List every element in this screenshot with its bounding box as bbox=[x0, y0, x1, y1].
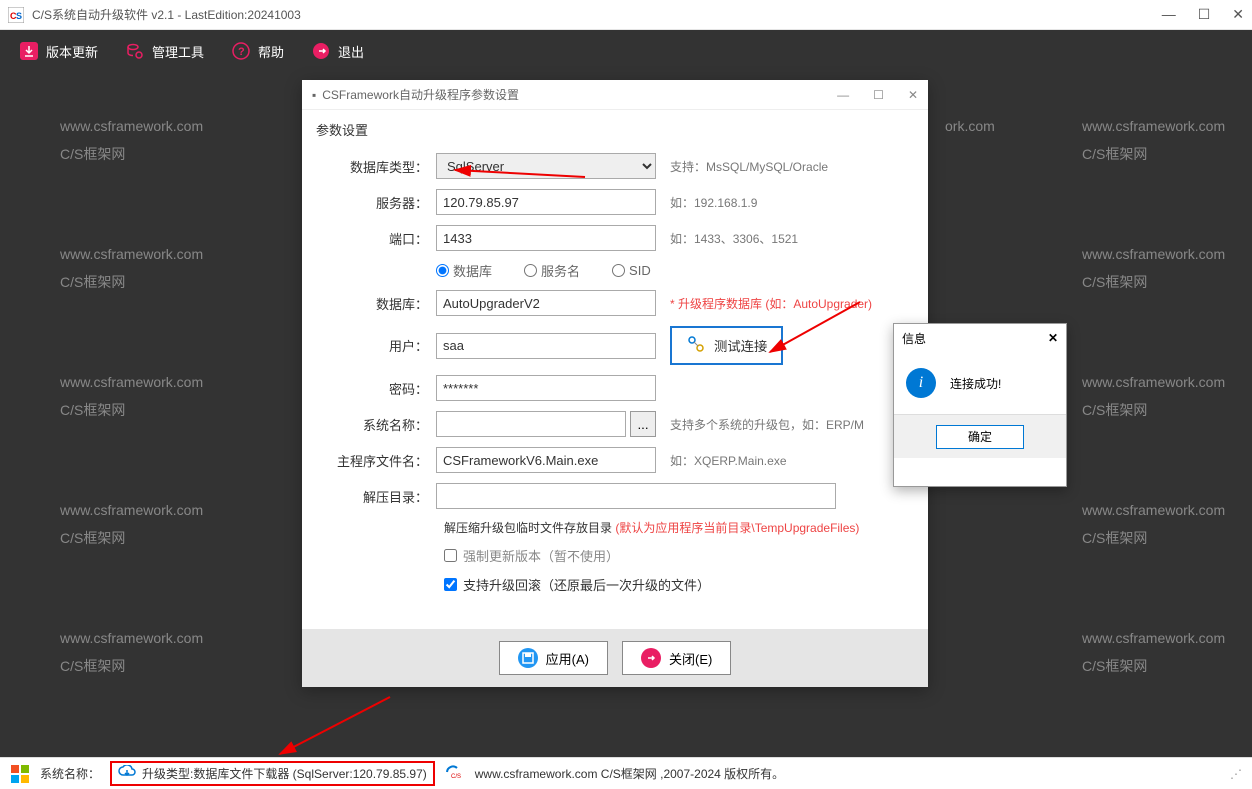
help-icon: ? bbox=[232, 42, 250, 60]
force-update-checkbox[interactable] bbox=[444, 549, 457, 562]
database-gear-icon bbox=[126, 42, 144, 60]
dialog-maximize-button[interactable]: ☐ bbox=[873, 88, 884, 102]
settings-dialog: ▪ CSFramework自动升级程序参数设置 — ☐ ✕ 参数设置 数据库类型… bbox=[302, 80, 928, 687]
info-messagebox: 信息 ✕ i 连接成功! 确定 bbox=[893, 323, 1067, 487]
main-exe-input[interactable] bbox=[436, 447, 656, 473]
info-icon: i bbox=[906, 368, 936, 398]
svg-text:S: S bbox=[16, 11, 22, 21]
status-system-name-label: 系统名称： bbox=[40, 765, 100, 782]
menu-exit[interactable]: 退出 bbox=[312, 42, 364, 61]
port-label: 端口： bbox=[316, 229, 436, 248]
menu-version-update[interactable]: 版本更新 bbox=[20, 42, 98, 61]
msgbox-close-button[interactable]: ✕ bbox=[1048, 331, 1058, 345]
server-input[interactable] bbox=[436, 189, 656, 215]
windows-logo-icon bbox=[10, 764, 30, 784]
dialog-footer: 应用(A) 关闭(E) bbox=[302, 629, 928, 687]
watermark: www.csframework.comC/S框架网 bbox=[1082, 112, 1225, 168]
section-title: 参数设置 bbox=[316, 120, 914, 139]
database-label: 数据库： bbox=[316, 294, 436, 313]
dialog-titlebar: ▪ CSFramework自动升级程序参数设置 — ☐ ✕ bbox=[302, 80, 928, 110]
content-area: www.csframework.comC/S框架网 www.csframewor… bbox=[0, 72, 1252, 757]
watermark: www.csframework.comC/S框架网 bbox=[60, 112, 203, 168]
menu-manage-tools[interactable]: 管理工具 bbox=[126, 42, 204, 61]
minimize-button[interactable]: — bbox=[1162, 6, 1176, 23]
resize-grip-icon[interactable]: ⋰ bbox=[1230, 767, 1242, 781]
save-icon bbox=[518, 648, 538, 668]
status-copyright: www.csframework.com C/S框架网 ,2007-2024 版权… bbox=[475, 765, 784, 782]
dialog-minimize-button[interactable]: — bbox=[837, 88, 849, 102]
main-menubar: 版本更新 管理工具 ? 帮助 退出 bbox=[0, 30, 1252, 72]
system-name-browse-button[interactable]: ... bbox=[630, 411, 656, 437]
watermark: ork.com bbox=[945, 112, 995, 140]
database-input[interactable] bbox=[436, 290, 656, 316]
unzip-note: 解压缩升级包临时文件存放目录 (默认为应用程序当前目录\TempUpgradeF… bbox=[444, 519, 914, 536]
rollback-checkbox[interactable] bbox=[444, 578, 457, 591]
cloud-download-icon bbox=[118, 765, 136, 782]
msgbox-text: 连接成功! bbox=[950, 375, 1001, 392]
main-exe-hint: 如：XQERP.Main.exe bbox=[670, 452, 787, 469]
watermark: www.csframework.comC/S框架网 bbox=[60, 240, 203, 296]
msgbox-titlebar: 信息 ✕ bbox=[894, 324, 1066, 352]
dialog-title-text: CSFramework自动升级程序参数设置 bbox=[322, 86, 519, 103]
system-name-input[interactable] bbox=[436, 411, 626, 437]
watermark: www.csframework.comC/S框架网 bbox=[1082, 240, 1225, 296]
exit-icon bbox=[312, 42, 330, 60]
server-label: 服务器： bbox=[316, 193, 436, 212]
watermark: www.csframework.comC/S框架网 bbox=[1082, 496, 1225, 552]
menu-help[interactable]: ? 帮助 bbox=[232, 42, 284, 61]
unzip-dir-label: 解压目录： bbox=[316, 487, 436, 506]
dialog-icon: ▪ bbox=[312, 88, 316, 102]
msgbox-ok-button[interactable]: 确定 bbox=[936, 425, 1024, 449]
password-input[interactable] bbox=[436, 375, 656, 401]
user-label: 用户： bbox=[316, 336, 436, 355]
svg-text:C/S: C/S bbox=[451, 774, 461, 780]
maximize-button[interactable]: ☐ bbox=[1198, 6, 1211, 23]
window-titlebar: CS C/S系统自动升级软件 v2.1 - LastEdition:202410… bbox=[0, 0, 1252, 30]
download-icon bbox=[20, 42, 38, 60]
watermark: www.csframework.comC/S框架网 bbox=[60, 496, 203, 552]
radio-database[interactable]: 数据库 bbox=[436, 261, 500, 280]
system-name-label: 系统名称： bbox=[316, 415, 436, 434]
close-button[interactable]: ✕ bbox=[1232, 6, 1244, 23]
app-icon: CS bbox=[8, 7, 24, 23]
unzip-dir-input[interactable] bbox=[436, 483, 836, 509]
radio-service-name[interactable]: 服务名 bbox=[524, 261, 588, 280]
user-input[interactable] bbox=[436, 333, 656, 359]
exit-icon bbox=[641, 648, 661, 668]
port-input[interactable] bbox=[436, 225, 656, 251]
db-type-select[interactable]: SqlServer bbox=[436, 153, 656, 179]
radio-sid[interactable]: SID bbox=[612, 263, 659, 278]
force-update-checkbox-row[interactable]: 强制更新版本（暂不使用） bbox=[444, 546, 914, 565]
msgbox-title-text: 信息 bbox=[902, 330, 926, 347]
db-type-hint: 支持：MsSQL/MySQL/Oracle bbox=[670, 158, 828, 175]
watermark: www.csframework.comC/S框架网 bbox=[1082, 624, 1225, 680]
port-hint: 如：1433、3306、1521 bbox=[670, 230, 798, 247]
rollback-checkbox-row[interactable]: 支持升级回滚（还原最后一次升级的文件） bbox=[444, 575, 914, 594]
db-type-label: 数据库类型： bbox=[316, 157, 436, 176]
database-hint: * 升级程序数据库 (如：AutoUpgrader) bbox=[670, 295, 872, 312]
server-hint: 如：192.168.1.9 bbox=[670, 194, 757, 211]
system-name-hint: 支持多个系统的升级包，如：ERP/M bbox=[670, 416, 864, 433]
watermark: www.csframework.comC/S框架网 bbox=[60, 368, 203, 424]
status-bar: 系统名称： 升级类型:数据库文件下载器 (SqlServer:120.79.85… bbox=[0, 757, 1252, 789]
password-label: 密码： bbox=[316, 379, 436, 398]
watermark: www.csframework.comC/S框架网 bbox=[1082, 368, 1225, 424]
status-upgrade-type: 升级类型:数据库文件下载器 (SqlServer:120.79.85.97) bbox=[110, 761, 435, 786]
gear-network-icon bbox=[686, 334, 706, 357]
cs-logo-icon: C/S bbox=[445, 764, 465, 783]
annotation-arrow bbox=[270, 692, 400, 762]
window-title: C/S系统自动升级软件 v2.1 - LastEdition:20241003 bbox=[32, 6, 1162, 23]
main-exe-label: 主程序文件名： bbox=[316, 451, 436, 470]
watermark: www.csframework.comC/S框架网 bbox=[60, 624, 203, 680]
test-connection-button[interactable]: 测试连接 bbox=[670, 326, 783, 365]
apply-button[interactable]: 应用(A) bbox=[499, 641, 608, 675]
dialog-close-button[interactable]: ✕ bbox=[908, 88, 918, 102]
close-dialog-button[interactable]: 关闭(E) bbox=[622, 641, 731, 675]
svg-text:?: ? bbox=[238, 46, 245, 58]
